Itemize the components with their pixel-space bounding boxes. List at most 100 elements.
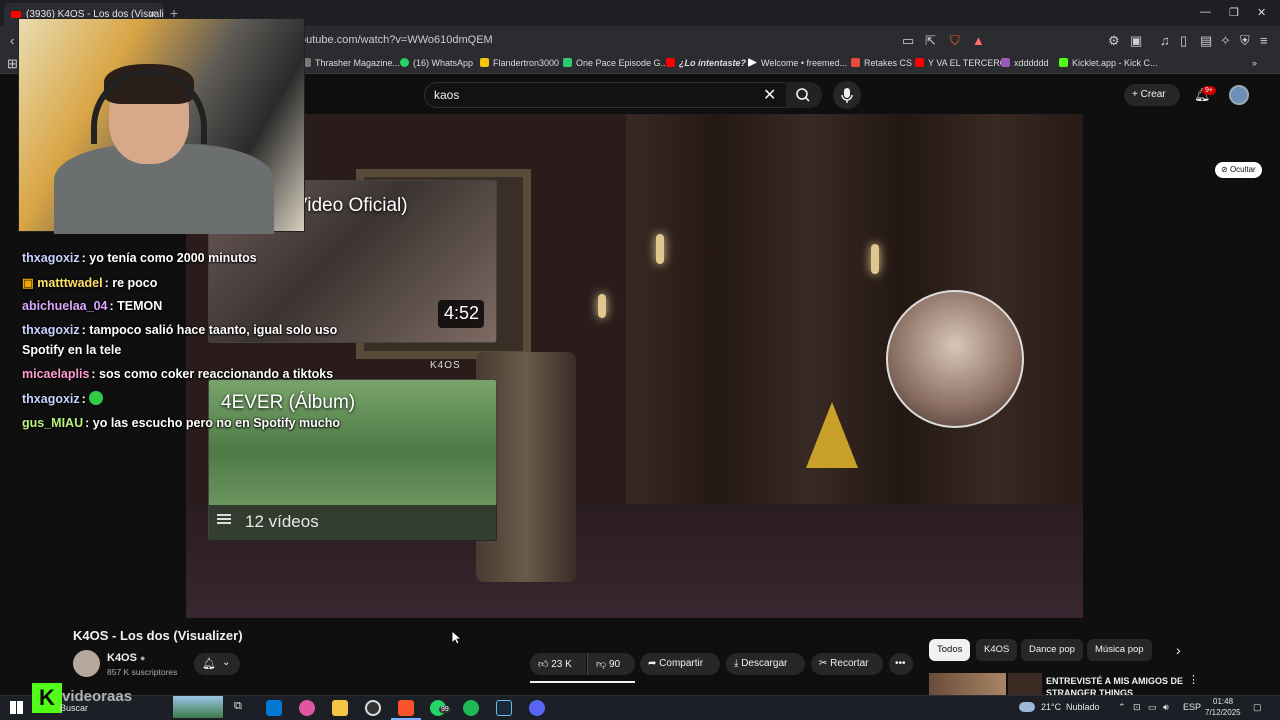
microsoft-store-icon[interactable]	[266, 700, 282, 716]
menu-icon[interactable]: ≡	[1260, 33, 1268, 48]
obs-icon[interactable]	[365, 700, 381, 716]
channel-avatar[interactable]	[73, 650, 100, 677]
discord-icon[interactable]	[529, 700, 545, 716]
chip-k4os[interactable]: K4OS	[976, 639, 1018, 661]
like-count: 23 K	[551, 659, 572, 670]
bookmark-item[interactable]: Welcome • freemed...	[748, 58, 847, 68]
chat-text: : tampoco salió hace taanto, igual solo …	[81, 323, 338, 337]
more-bookmarks-icon[interactable]: »	[1252, 58, 1257, 68]
bookmark-label: ¿Lo intentaste?	[679, 58, 746, 68]
bookmark-item[interactable]: xdddddd	[1001, 58, 1049, 68]
voice-search-button[interactable]	[833, 81, 861, 109]
share-label: Compartir	[659, 658, 704, 669]
bookmark-item[interactable]: Flandertron3000	[480, 58, 559, 68]
endscreen-playlist-title: 4EVER (Álbum)	[221, 392, 356, 413]
app-icon[interactable]	[299, 700, 315, 716]
chevron-down-icon: ⌄	[222, 657, 231, 668]
brave-browser-icon[interactable]	[398, 700, 414, 716]
language-indicator[interactable]: ESP	[1183, 702, 1201, 712]
create-button[interactable]: + Crear	[1124, 84, 1180, 106]
subscriber-badge-icon: ▣	[22, 276, 38, 290]
chip-musica-pop[interactable]: Música pop	[1087, 639, 1152, 661]
endscreen-channel-subscribe[interactable]	[886, 290, 1024, 428]
bookmark-item[interactable]: Y VA EL TERCERO	[915, 58, 1007, 68]
subscribed-notifications-button[interactable]: 🔔︎ ⌄	[194, 653, 240, 675]
close-window-icon[interactable]: ✕	[1257, 6, 1266, 19]
wallet-icon[interactable]: ▤	[1200, 33, 1212, 49]
tray-app-icon[interactable]: ⊡	[1133, 702, 1141, 713]
play-icon	[748, 58, 757, 67]
chat-username: gus_MIAU	[22, 416, 84, 430]
maximize-window-icon[interactable]: ❐	[1229, 6, 1239, 19]
minimize-window-icon[interactable]: —	[1200, 6, 1211, 18]
bookmark-item[interactable]: Kicklet.app - Kick C...	[1059, 58, 1158, 68]
back-icon[interactable]: ‹	[10, 33, 14, 48]
weather-temp[interactable]: 21°C	[1041, 702, 1061, 712]
bookmark-item[interactable]: Thrasher Magazine...	[302, 58, 400, 68]
file-explorer-icon[interactable]	[332, 700, 348, 716]
more-actions-button[interactable]: •••	[889, 653, 913, 675]
notification-center-icon[interactable]: ▢	[1253, 702, 1262, 713]
brave-shield-icon[interactable]: ⛉	[950, 33, 960, 49]
clear-search-icon[interactable]: ✕	[763, 85, 776, 105]
cast-icon[interactable]: ▭	[902, 33, 914, 49]
share-page-icon[interactable]: ⇱	[925, 33, 936, 49]
windows-start-icon[interactable]	[10, 701, 23, 714]
chip-dance-pop[interactable]: Dance pop	[1021, 639, 1083, 661]
bookmark-item[interactable]: (16) WhatsApp	[400, 58, 473, 68]
playlist-count: 12 vídeos	[245, 512, 319, 531]
account-avatar[interactable]	[1229, 85, 1249, 105]
clock-time[interactable]: 01:48	[1213, 697, 1233, 706]
recommended-thumbnail[interactable]	[929, 673, 1006, 697]
bookmark-item[interactable]: ¿Lo intentaste?	[666, 58, 746, 68]
chevron-right-icon[interactable]: ›	[1176, 642, 1181, 658]
extensions-icon[interactable]: ⚙	[1108, 33, 1120, 49]
vpn-icon[interactable]: ⛨	[1240, 33, 1250, 49]
sidebar-icon[interactable]: ▯	[1180, 33, 1187, 49]
clip-button[interactable]: ✂ Recortar	[811, 653, 883, 675]
taskbar-search[interactable]: Buscar	[60, 703, 88, 713]
bookmark-item[interactable]: Retakes CS	[851, 58, 912, 68]
search-button[interactable]	[786, 82, 822, 108]
chat-text: :	[81, 392, 86, 406]
volume-icon[interactable]: 🔊︎	[1163, 702, 1169, 713]
steam-icon[interactable]	[496, 700, 512, 716]
like-button[interactable]: 👍︎ 23 K	[530, 653, 586, 675]
twitch-icon	[1001, 58, 1010, 67]
chat-message: gus_MIAU: yo las escucho pero no en Spot…	[22, 416, 340, 430]
clock-date[interactable]: 7/12/2025	[1205, 708, 1241, 717]
media-icon[interactable]: ♫	[1160, 33, 1170, 48]
channel-name[interactable]: K4OS ●	[107, 652, 145, 664]
recommended-more-icon[interactable]: ⋮	[1188, 673, 1199, 686]
sheets-icon	[563, 58, 572, 67]
bookmark-item[interactable]: One Pace Episode G...	[563, 58, 668, 68]
bookmark-label: One Pace Episode G...	[576, 58, 669, 68]
bookmark-label: Retakes CS	[864, 58, 913, 68]
like-ratio-bar	[530, 681, 635, 683]
cloudy-weather-icon	[1019, 702, 1035, 712]
whatsapp-icon	[400, 58, 409, 67]
screenshot-icon[interactable]: ▣	[1130, 33, 1142, 49]
weather-desc[interactable]: Nublado	[1066, 702, 1100, 712]
hide-endscreen-button[interactable]: ⊘ Ocultar	[1215, 162, 1262, 178]
tray-chevron-up-icon[interactable]: ⌃	[1118, 702, 1126, 713]
leo-ai-icon[interactable]: ✧	[1220, 33, 1231, 49]
dislike-button[interactable]: 👎︎ 90	[587, 653, 635, 675]
chat-username: matttwadel	[37, 276, 103, 290]
recommended-thumbnail-2[interactable]	[1008, 673, 1042, 697]
url-field[interactable]: outube.com/watch?v=WWo610dmQEM	[300, 30, 1000, 50]
apps-grid-icon[interactable]: ⊞	[7, 56, 18, 72]
emote-icon	[89, 391, 104, 405]
brave-rewards-icon[interactable]: ▲	[972, 33, 985, 48]
network-icon[interactable]: ▭	[1148, 702, 1157, 713]
recommended-title[interactable]: ENTREVISTÉ A MIS AMIGOS DE STRANGER THIN…	[1046, 675, 1196, 695]
chat-text: : yo tenía como 2000 minutos	[81, 251, 257, 265]
spotify-icon[interactable]	[463, 700, 479, 716]
share-button[interactable]: ➦ Compartir	[640, 653, 720, 675]
subscriber-count: 857 K suscriptores	[107, 667, 178, 677]
chat-message: thxagoxiz:	[22, 391, 104, 406]
download-button[interactable]: ⤓ Descargar	[726, 653, 805, 675]
task-view-icon[interactable]: ⧉	[234, 700, 242, 713]
youtube-favicon-icon	[915, 58, 924, 67]
chip-all[interactable]: Todos	[929, 639, 971, 661]
